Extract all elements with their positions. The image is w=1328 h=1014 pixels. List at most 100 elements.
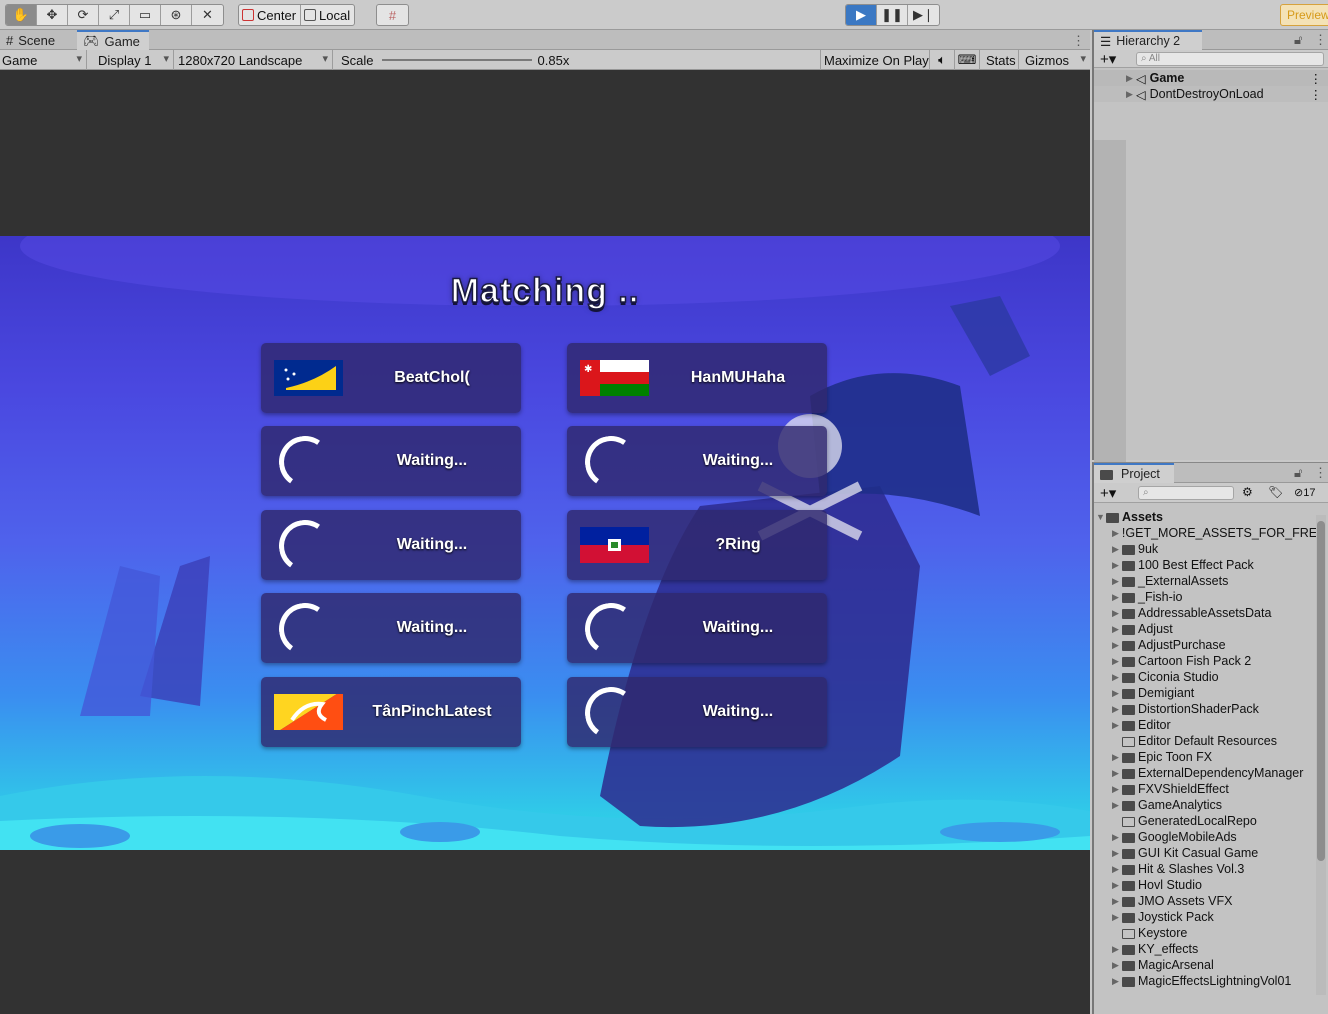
hand-tool-icon[interactable]: ✋ bbox=[6, 5, 37, 25]
project-folder-item[interactable]: ▶ Demigiant bbox=[1112, 685, 1316, 701]
add-icon[interactable]: +▾ bbox=[1100, 50, 1116, 68]
project-folder-item[interactable]: GeneratedLocalRepo bbox=[1112, 813, 1316, 829]
filter-label-icon[interactable]: 🏷︎ bbox=[1268, 485, 1283, 499]
project-folder-item[interactable]: ▶ Ciconia Studio bbox=[1112, 669, 1316, 685]
resolution-dropdown[interactable]: 1280x720 Landscape bbox=[175, 50, 333, 70]
project-search-input[interactable]: ⌕ bbox=[1138, 486, 1234, 500]
panel-menu-icon[interactable]: ⋮ bbox=[1072, 34, 1085, 47]
expand-arrow-icon[interactable]: ▶ bbox=[1112, 784, 1122, 795]
filter-type-icon[interactable]: ⚙ bbox=[1242, 485, 1253, 499]
lock-icon[interactable]: 🔓︎ bbox=[1294, 466, 1302, 479]
expand-arrow-icon[interactable]: ▶ bbox=[1112, 528, 1119, 539]
display-dropdown[interactable]: Display 1 bbox=[95, 50, 174, 70]
project-folder-item[interactable]: ▶ 9uk bbox=[1112, 541, 1316, 557]
hierarchy-item-dontdestroyonload[interactable]: ▶ ◁ DontDestroyOnLoad ⋮ bbox=[1094, 86, 1328, 102]
project-folder-item[interactable]: ▶ Editor bbox=[1112, 717, 1316, 733]
hidden-packages-toggle[interactable]: ⊘17 bbox=[1294, 486, 1315, 499]
tab-hierarchy[interactable]: ☰ Hierarchy 2 bbox=[1094, 30, 1202, 50]
play-button[interactable]: ▶ bbox=[846, 5, 877, 25]
project-folder-item[interactable]: ▶ _Fish-io bbox=[1112, 589, 1316, 605]
item-menu-icon[interactable]: ⋮ bbox=[1310, 71, 1323, 86]
project-folder-item[interactable]: ▶ Cartoon Fish Pack 2 bbox=[1112, 653, 1316, 669]
project-folder-item[interactable]: ▶ Joystick Pack bbox=[1112, 909, 1316, 925]
project-folder-item[interactable]: ▶ GUI Kit Casual Game bbox=[1112, 845, 1316, 861]
add-icon[interactable]: +▾ bbox=[1100, 484, 1116, 502]
transform-tool-icon[interactable]: ⊛ bbox=[161, 5, 192, 25]
project-folder-item[interactable]: ▶ 100 Best Effect Pack bbox=[1112, 557, 1316, 573]
expand-arrow-icon[interactable]: ▶ bbox=[1112, 896, 1122, 907]
expand-arrow-icon[interactable]: ▶ bbox=[1112, 688, 1122, 699]
expand-arrow-icon[interactable]: ▶ bbox=[1112, 720, 1122, 731]
display-mode-dropdown[interactable]: Game bbox=[0, 50, 87, 70]
expand-arrow-icon[interactable]: ▶ bbox=[1112, 656, 1122, 667]
expand-arrow-icon[interactable]: ▶ bbox=[1112, 624, 1122, 635]
expand-arrow-icon[interactable]: ▶ bbox=[1112, 544, 1122, 555]
item-menu-icon[interactable]: ⋮ bbox=[1310, 87, 1323, 102]
maximize-on-play-toggle[interactable]: Maximize On Play bbox=[820, 50, 930, 70]
expand-arrow-icon[interactable]: ▶ bbox=[1112, 912, 1122, 923]
panel-menu-icon[interactable]: ⋮ bbox=[1314, 466, 1327, 479]
project-folder-item[interactable]: Editor Default Resources bbox=[1112, 733, 1316, 749]
project-folder-item[interactable]: ▶ ExternalDependencyManager bbox=[1112, 765, 1316, 781]
center-toggle[interactable]: Center bbox=[239, 5, 302, 25]
custom-tool-icon[interactable]: ✕ bbox=[192, 5, 223, 25]
project-folder-item[interactable]: ▶ GoogleMobileAds bbox=[1112, 829, 1316, 845]
expand-arrow-icon[interactable]: ▶ bbox=[1126, 73, 1136, 84]
game-view-render[interactable]: Matching .. BeatChol( Waiting... Waiting… bbox=[0, 236, 1090, 850]
project-folder-item[interactable]: ▶ _ExternalAssets bbox=[1112, 573, 1316, 589]
expand-arrow-icon[interactable]: ▶ bbox=[1112, 752, 1122, 763]
project-folder-item[interactable]: ▶ MagicArsenal bbox=[1112, 957, 1316, 973]
project-folder-item[interactable]: ▶ DistortionShaderPack bbox=[1112, 701, 1316, 717]
expand-arrow-icon[interactable]: ▶ bbox=[1112, 672, 1122, 683]
project-folder-item[interactable]: ▶ MagicEffectsLightningVol01 bbox=[1112, 973, 1316, 989]
project-folder-item[interactable]: ▶ KY_effects bbox=[1112, 941, 1316, 957]
project-folder-item[interactable]: ▶ Hit & Slashes Vol.3 bbox=[1112, 861, 1316, 877]
mute-audio-icon[interactable]: 🔈︎ bbox=[930, 50, 955, 70]
hierarchy-search-input[interactable]: ⌕ All bbox=[1136, 52, 1324, 66]
expand-arrow-icon[interactable]: ▶ bbox=[1112, 960, 1122, 971]
project-folder-item[interactable]: Keystore bbox=[1112, 925, 1316, 941]
project-folder-item[interactable]: ▶ AddressableAssetsData bbox=[1112, 605, 1316, 621]
expand-arrow-icon[interactable]: ▶ bbox=[1112, 976, 1122, 987]
lock-icon[interactable]: 🔓︎ bbox=[1294, 33, 1302, 46]
collapse-arrow-icon[interactable]: ▼ bbox=[1096, 512, 1106, 522]
assets-root[interactable]: ▼ Assets bbox=[1096, 509, 1316, 525]
project-folder-item[interactable]: ▶ Adjust bbox=[1112, 621, 1316, 637]
expand-arrow-icon[interactable]: ▶ bbox=[1112, 800, 1122, 811]
pause-button[interactable]: ❚❚ bbox=[877, 5, 908, 25]
expand-arrow-icon[interactable]: ▶ bbox=[1112, 848, 1122, 859]
local-toggle[interactable]: Local bbox=[301, 5, 354, 25]
project-folder-item[interactable]: ▶ GameAnalytics bbox=[1112, 797, 1316, 813]
project-folder-item[interactable]: ▶ Epic Toon FX bbox=[1112, 749, 1316, 765]
move-tool-icon[interactable]: ✥ bbox=[37, 5, 68, 25]
rotate-tool-icon[interactable]: ⟳ bbox=[68, 5, 99, 25]
scrollbar-thumb[interactable] bbox=[1317, 521, 1325, 861]
project-folder-item[interactable]: ▶ JMO Assets VFX bbox=[1112, 893, 1316, 909]
expand-arrow-icon[interactable]: ▶ bbox=[1112, 768, 1122, 779]
project-folder-item[interactable]: ▶ !GET_MORE_ASSETS_FOR_FREE bbox=[1112, 525, 1316, 541]
expand-arrow-icon[interactable]: ▶ bbox=[1126, 89, 1136, 100]
expand-arrow-icon[interactable]: ▶ bbox=[1112, 832, 1122, 843]
expand-arrow-icon[interactable]: ▶ bbox=[1112, 944, 1122, 955]
panel-menu-icon[interactable]: ⋮ bbox=[1314, 33, 1327, 46]
expand-arrow-icon[interactable]: ▶ bbox=[1112, 864, 1122, 875]
tab-game[interactable]: 🎮︎ Game bbox=[77, 30, 149, 50]
expand-arrow-icon[interactable]: ▶ bbox=[1112, 592, 1122, 603]
expand-arrow-icon[interactable]: ▶ bbox=[1112, 576, 1122, 587]
step-button[interactable]: ▶❘ bbox=[908, 5, 939, 25]
project-folder-item[interactable]: ▶ Hovl Studio bbox=[1112, 877, 1316, 893]
hierarchy-item-game[interactable]: ▶ ◁ Game ⋮ bbox=[1094, 70, 1328, 86]
keyboard-icon[interactable]: ⌨︎ bbox=[955, 50, 980, 70]
expand-arrow-icon[interactable]: ▶ bbox=[1112, 704, 1122, 715]
scale-tool-icon[interactable]: ⤢ bbox=[99, 5, 130, 25]
project-folder-item[interactable]: ▶ AdjustPurchase bbox=[1112, 637, 1316, 653]
rect-tool-icon[interactable]: ▭ bbox=[130, 5, 161, 25]
tab-scene[interactable]: # Scene bbox=[0, 30, 61, 50]
project-folder-item[interactable]: ▶ FXVShieldEffect bbox=[1112, 781, 1316, 797]
gizmos-dropdown[interactable]: Gizmos bbox=[1022, 50, 1090, 70]
expand-arrow-icon[interactable]: ▶ bbox=[1112, 640, 1122, 651]
stats-toggle[interactable]: Stats bbox=[982, 50, 1019, 70]
preview-button[interactable]: Preview bbox=[1280, 4, 1328, 26]
expand-arrow-icon[interactable]: ▶ bbox=[1112, 608, 1122, 619]
grid-snap-icon[interactable]: # bbox=[377, 5, 408, 25]
